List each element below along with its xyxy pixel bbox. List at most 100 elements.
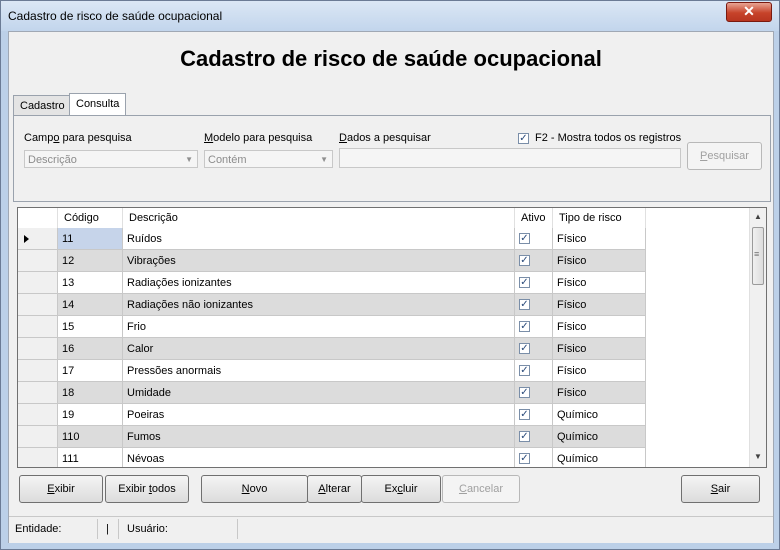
table-row[interactable]: 19 Poeiras ✓ Químico xyxy=(18,404,646,426)
ativo-checkbox[interactable]: ✓ xyxy=(519,409,530,420)
cell-codigo[interactable]: 12 xyxy=(58,250,123,272)
cell-ativo[interactable]: ✓ xyxy=(515,250,553,272)
pesquisar-button[interactable]: Pesquisar xyxy=(687,142,762,170)
cell-codigo[interactable]: 14 xyxy=(58,294,123,316)
cell-descricao[interactable]: Radiações ionizantes xyxy=(123,272,515,294)
cell-tipo[interactable]: Físico xyxy=(553,316,646,338)
table-row[interactable]: 11 Ruídos ✓ Físico xyxy=(18,228,646,250)
cell-codigo[interactable]: 19 xyxy=(58,404,123,426)
exibir-button[interactable]: Exibir xyxy=(19,475,103,503)
scroll-up-icon[interactable]: ▲ xyxy=(754,212,762,221)
table-row[interactable]: 12 Vibrações ✓ Físico xyxy=(18,250,646,272)
cell-descricao[interactable]: Calor xyxy=(123,338,515,360)
cell-descricao[interactable]: Vibrações xyxy=(123,250,515,272)
row-indicator[interactable] xyxy=(18,382,58,404)
dados-input[interactable] xyxy=(339,148,681,168)
column-header-descricao[interactable]: Descrição xyxy=(123,208,515,228)
cell-ativo[interactable]: ✓ xyxy=(515,294,553,316)
row-indicator[interactable] xyxy=(18,250,58,272)
table-row[interactable]: 14 Radiações não ionizantes ✓ Físico xyxy=(18,294,646,316)
cell-ativo[interactable]: ✓ xyxy=(515,426,553,448)
column-header-codigo[interactable]: Código xyxy=(58,208,123,228)
ativo-checkbox[interactable]: ✓ xyxy=(519,365,530,376)
table-row[interactable]: 110 Fumos ✓ Químico xyxy=(18,426,646,448)
table-row[interactable]: 16 Calor ✓ Físico xyxy=(18,338,646,360)
cell-codigo[interactable]: 16 xyxy=(58,338,123,360)
row-indicator[interactable] xyxy=(18,448,58,467)
row-indicator[interactable] xyxy=(18,338,58,360)
row-indicator[interactable] xyxy=(18,228,58,250)
cell-descricao[interactable]: Fumos xyxy=(123,426,515,448)
cell-codigo[interactable]: 111 xyxy=(58,448,123,467)
scroll-thumb[interactable]: ≡ xyxy=(752,227,764,285)
cell-codigo[interactable]: 15 xyxy=(58,316,123,338)
cell-codigo[interactable]: 17 xyxy=(58,360,123,382)
f2-checkbox[interactable]: ✓ xyxy=(518,133,529,144)
cell-codigo[interactable]: 11 xyxy=(58,228,123,250)
title-bar[interactable]: Cadastro de risco de saúde ocupacional ✕ xyxy=(1,1,779,31)
cancelar-button[interactable]: Cancelar xyxy=(442,475,520,503)
ativo-checkbox[interactable]: ✓ xyxy=(519,453,530,464)
row-indicator[interactable] xyxy=(18,426,58,448)
cell-descricao[interactable]: Umidade xyxy=(123,382,515,404)
ativo-checkbox[interactable]: ✓ xyxy=(519,233,530,244)
ativo-checkbox[interactable]: ✓ xyxy=(519,321,530,332)
table-row[interactable]: 15 Frio ✓ Físico xyxy=(18,316,646,338)
cell-ativo[interactable]: ✓ xyxy=(515,338,553,360)
cell-tipo[interactable]: Físico xyxy=(553,250,646,272)
vertical-scrollbar[interactable]: ▲ ≡ ▼ xyxy=(749,208,766,467)
ativo-checkbox[interactable]: ✓ xyxy=(519,431,530,442)
scroll-down-icon[interactable]: ▼ xyxy=(754,452,762,461)
cell-ativo[interactable]: ✓ xyxy=(515,228,553,250)
cell-codigo[interactable]: 18 xyxy=(58,382,123,404)
tab-consulta[interactable]: Consulta xyxy=(69,93,127,116)
cell-tipo[interactable]: Físico xyxy=(553,272,646,294)
novo-button[interactable]: Novo xyxy=(201,475,308,503)
modelo-select[interactable]: Contém ▼ xyxy=(204,150,333,168)
cell-descricao[interactable]: Ruídos xyxy=(123,228,515,250)
ativo-checkbox[interactable]: ✓ xyxy=(519,299,530,310)
cell-ativo[interactable]: ✓ xyxy=(515,448,553,467)
cell-tipo[interactable]: Químico xyxy=(553,404,646,426)
ativo-checkbox[interactable]: ✓ xyxy=(519,343,530,354)
excluir-button[interactable]: Excluir xyxy=(361,475,441,503)
risk-grid[interactable]: Código Descrição Ativo Tipo de risco 11 R… xyxy=(17,207,767,468)
cell-ativo[interactable]: ✓ xyxy=(515,272,553,294)
cell-codigo[interactable]: 13 xyxy=(58,272,123,294)
cell-tipo[interactable]: Físico xyxy=(553,294,646,316)
table-row[interactable]: 111 Névoas ✓ Químico xyxy=(18,448,646,467)
table-row[interactable]: 17 Pressões anormais ✓ Físico xyxy=(18,360,646,382)
cell-tipo[interactable]: Físico xyxy=(553,338,646,360)
cell-tipo[interactable]: Físico xyxy=(553,360,646,382)
cell-codigo[interactable]: 110 xyxy=(58,426,123,448)
column-header-tipo[interactable]: Tipo de risco xyxy=(553,208,646,228)
cell-ativo[interactable]: ✓ xyxy=(515,360,553,382)
row-indicator[interactable] xyxy=(18,294,58,316)
cell-ativo[interactable]: ✓ xyxy=(515,404,553,426)
tab-cadastro[interactable]: Cadastro xyxy=(13,95,72,116)
campo-select[interactable]: Descrição ▼ xyxy=(24,150,198,168)
ativo-checkbox[interactable]: ✓ xyxy=(519,387,530,398)
row-indicator[interactable] xyxy=(18,360,58,382)
cell-descricao[interactable]: Poeiras xyxy=(123,404,515,426)
row-indicator[interactable] xyxy=(18,316,58,338)
column-header-ativo[interactable]: Ativo xyxy=(515,208,553,228)
ativo-checkbox[interactable]: ✓ xyxy=(519,255,530,266)
cell-ativo[interactable]: ✓ xyxy=(515,316,553,338)
table-row[interactable]: 13 Radiações ionizantes ✓ Físico xyxy=(18,272,646,294)
close-button[interactable]: ✕ xyxy=(726,2,772,22)
cell-tipo[interactable]: Físico xyxy=(553,228,646,250)
cell-descricao[interactable]: Frio xyxy=(123,316,515,338)
exibir-todos-button[interactable]: Exibir todos xyxy=(105,475,189,503)
cell-descricao[interactable]: Névoas xyxy=(123,448,515,467)
sair-button[interactable]: Sair xyxy=(681,475,760,503)
cell-ativo[interactable]: ✓ xyxy=(515,382,553,404)
cell-descricao[interactable]: Pressões anormais xyxy=(123,360,515,382)
cell-tipo[interactable]: Químico xyxy=(553,448,646,467)
alterar-button[interactable]: Alterar xyxy=(307,475,362,503)
ativo-checkbox[interactable]: ✓ xyxy=(519,277,530,288)
table-row[interactable]: 18 Umidade ✓ Físico xyxy=(18,382,646,404)
cell-descricao[interactable]: Radiações não ionizantes xyxy=(123,294,515,316)
row-indicator[interactable] xyxy=(18,272,58,294)
cell-tipo[interactable]: Químico xyxy=(553,426,646,448)
